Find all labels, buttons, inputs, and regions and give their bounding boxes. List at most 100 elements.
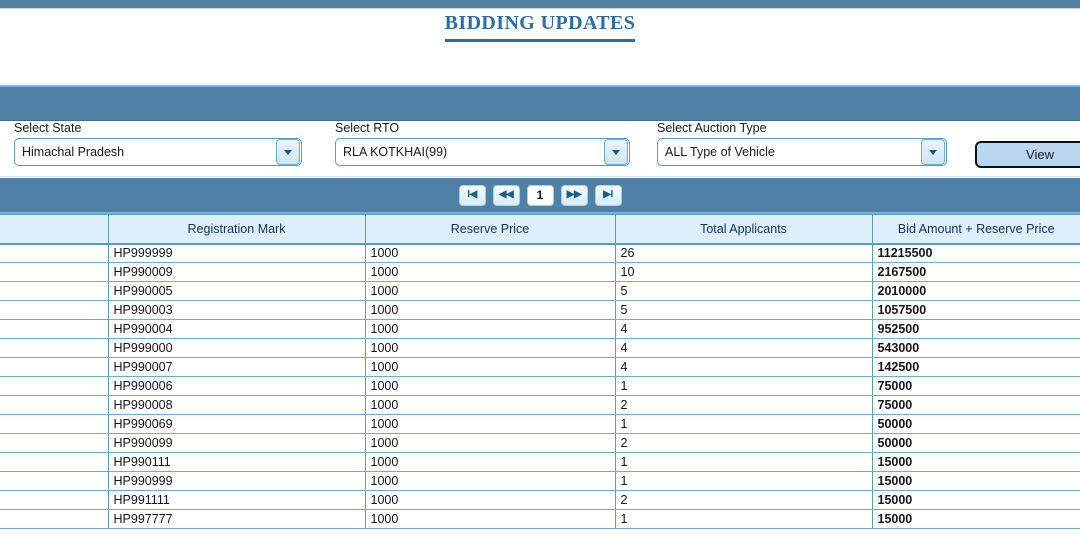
cell-bid-amount: 15000 <box>872 510 1080 529</box>
cell-bid-amount: 75000 <box>872 396 1080 415</box>
cell-registration-mark: HP990009 <box>108 263 365 282</box>
cell-blank <box>0 472 108 491</box>
table-row[interactable]: HP9900091000102167500 <box>0 263 1080 282</box>
table-row[interactable]: HP99999910002611215500 <box>0 244 1080 263</box>
cell-total-applicants: 10 <box>615 263 872 282</box>
cell-blank <box>0 453 108 472</box>
table-row[interactable]: HP9900081000275000 <box>0 396 1080 415</box>
cell-bid-amount: 75000 <box>872 377 1080 396</box>
cell-bid-amount: 11215500 <box>872 244 1080 263</box>
state-filter-label: Select State <box>14 121 302 138</box>
cell-blank <box>0 282 108 301</box>
pagination-page-1[interactable]: 1 <box>527 185 554 206</box>
table-body: HP99999910002611215500HP9900091000102167… <box>0 244 1080 529</box>
cell-reserve-price: 1000 <box>365 434 615 453</box>
cell-total-applicants: 5 <box>615 282 872 301</box>
cell-bid-amount: 15000 <box>872 491 1080 510</box>
cell-bid-amount: 2167500 <box>872 263 1080 282</box>
cell-registration-mark: HP990099 <box>108 434 365 453</box>
page-title: BIDDING UPDATES <box>445 12 636 42</box>
cell-reserve-price: 1000 <box>365 377 615 396</box>
cell-bid-amount: 15000 <box>872 472 1080 491</box>
table-row[interactable]: HP99000410004952500 <box>0 320 1080 339</box>
page-title-container: BIDDING UPDATES <box>0 12 1080 42</box>
cell-registration-mark: HP990111 <box>108 453 365 472</box>
rto-select-value: RLA KOTKHAI(99) <box>336 145 604 159</box>
column-header-bid-amount: Bid Amount + Reserve Price <box>872 215 1080 244</box>
cell-total-applicants: 1 <box>615 377 872 396</box>
pagination-prev-button[interactable]: ◀◀ <box>493 185 520 206</box>
table-row[interactable]: HP9900061000175000 <box>0 377 1080 396</box>
rto-filter: Select RTO RLA KOTKHAI(99) <box>335 121 630 166</box>
cell-total-applicants: 1 <box>615 510 872 529</box>
cell-registration-mark: HP990999 <box>108 472 365 491</box>
cell-reserve-price: 1000 <box>365 453 615 472</box>
cell-total-applicants: 26 <box>615 244 872 263</box>
table-row[interactable]: HP990005100052010000 <box>0 282 1080 301</box>
view-button[interactable]: View <box>975 141 1080 168</box>
cell-bid-amount: 142500 <box>872 358 1080 377</box>
state-select[interactable]: Himachal Pradesh <box>14 138 302 166</box>
bidding-table: Registration Mark Reserve Price Total Ap… <box>0 214 1080 529</box>
cell-blank <box>0 263 108 282</box>
table-row[interactable]: HP9977771000115000 <box>0 510 1080 529</box>
cell-reserve-price: 1000 <box>365 263 615 282</box>
auction-type-filter-label: Select Auction Type <box>657 121 947 138</box>
cell-registration-mark: HP991111 <box>108 491 365 510</box>
cell-total-applicants: 4 <box>615 358 872 377</box>
pagination-last-button[interactable]: ▶I <box>595 185 622 206</box>
cell-blank <box>0 396 108 415</box>
cell-total-applicants: 1 <box>615 453 872 472</box>
cell-reserve-price: 1000 <box>365 244 615 263</box>
cell-total-applicants: 4 <box>615 320 872 339</box>
cell-total-applicants: 1 <box>615 415 872 434</box>
page-root: BIDDING UPDATES Select State Himachal Pr… <box>0 0 1080 536</box>
table-row[interactable]: HP9900691000150000 <box>0 415 1080 434</box>
table-row[interactable]: HP99900010004543000 <box>0 339 1080 358</box>
state-filter: Select State Himachal Pradesh <box>14 121 302 166</box>
auction-type-select-value: ALL Type of Vehicle <box>658 145 921 159</box>
cell-bid-amount: 50000 <box>872 415 1080 434</box>
table-row[interactable]: HP990003100051057500 <box>0 301 1080 320</box>
table-row[interactable]: HP9901111000115000 <box>0 453 1080 472</box>
cell-reserve-price: 1000 <box>365 339 615 358</box>
cell-bid-amount: 952500 <box>872 320 1080 339</box>
cell-total-applicants: 1 <box>615 472 872 491</box>
table-row[interactable]: HP99000710004142500 <box>0 358 1080 377</box>
table-row[interactable]: HP9900991000250000 <box>0 434 1080 453</box>
cell-reserve-price: 1000 <box>365 510 615 529</box>
chevron-down-icon[interactable] <box>921 139 945 165</box>
rto-select[interactable]: RLA KOTKHAI(99) <box>335 138 630 166</box>
column-header-blank <box>0 215 108 244</box>
cell-total-applicants: 2 <box>615 434 872 453</box>
cell-registration-mark: HP999000 <box>108 339 365 358</box>
cell-total-applicants: 5 <box>615 301 872 320</box>
bidding-table-container: Registration Mark Reserve Price Total Ap… <box>0 214 1080 536</box>
pagination-next-button[interactable]: ▶▶ <box>561 185 588 206</box>
cell-registration-mark: HP990006 <box>108 377 365 396</box>
state-select-value: Himachal Pradesh <box>15 145 276 159</box>
cell-blank <box>0 510 108 529</box>
cell-reserve-price: 1000 <box>365 491 615 510</box>
cell-reserve-price: 1000 <box>365 396 615 415</box>
cell-blank <box>0 244 108 263</box>
auction-type-select[interactable]: ALL Type of Vehicle <box>657 138 947 166</box>
column-header-total-applicants: Total Applicants <box>615 215 872 244</box>
cell-bid-amount: 15000 <box>872 453 1080 472</box>
cell-registration-mark: HP990007 <box>108 358 365 377</box>
cell-blank <box>0 320 108 339</box>
cell-blank <box>0 358 108 377</box>
cell-blank <box>0 491 108 510</box>
cell-total-applicants: 2 <box>615 396 872 415</box>
cell-registration-mark: HP999999 <box>108 244 365 263</box>
table-row[interactable]: HP9911111000215000 <box>0 491 1080 510</box>
filter-bar: Select State Himachal Pradesh Select RTO… <box>0 121 1080 177</box>
chevron-down-icon[interactable] <box>276 139 300 165</box>
auction-type-filter: Select Auction Type ALL Type of Vehicle <box>657 121 947 166</box>
cell-blank <box>0 434 108 453</box>
cell-blank <box>0 415 108 434</box>
cell-bid-amount: 2010000 <box>872 282 1080 301</box>
pagination-first-button[interactable]: I◀ <box>459 185 486 206</box>
chevron-down-icon[interactable] <box>604 139 628 165</box>
table-row[interactable]: HP9909991000115000 <box>0 472 1080 491</box>
